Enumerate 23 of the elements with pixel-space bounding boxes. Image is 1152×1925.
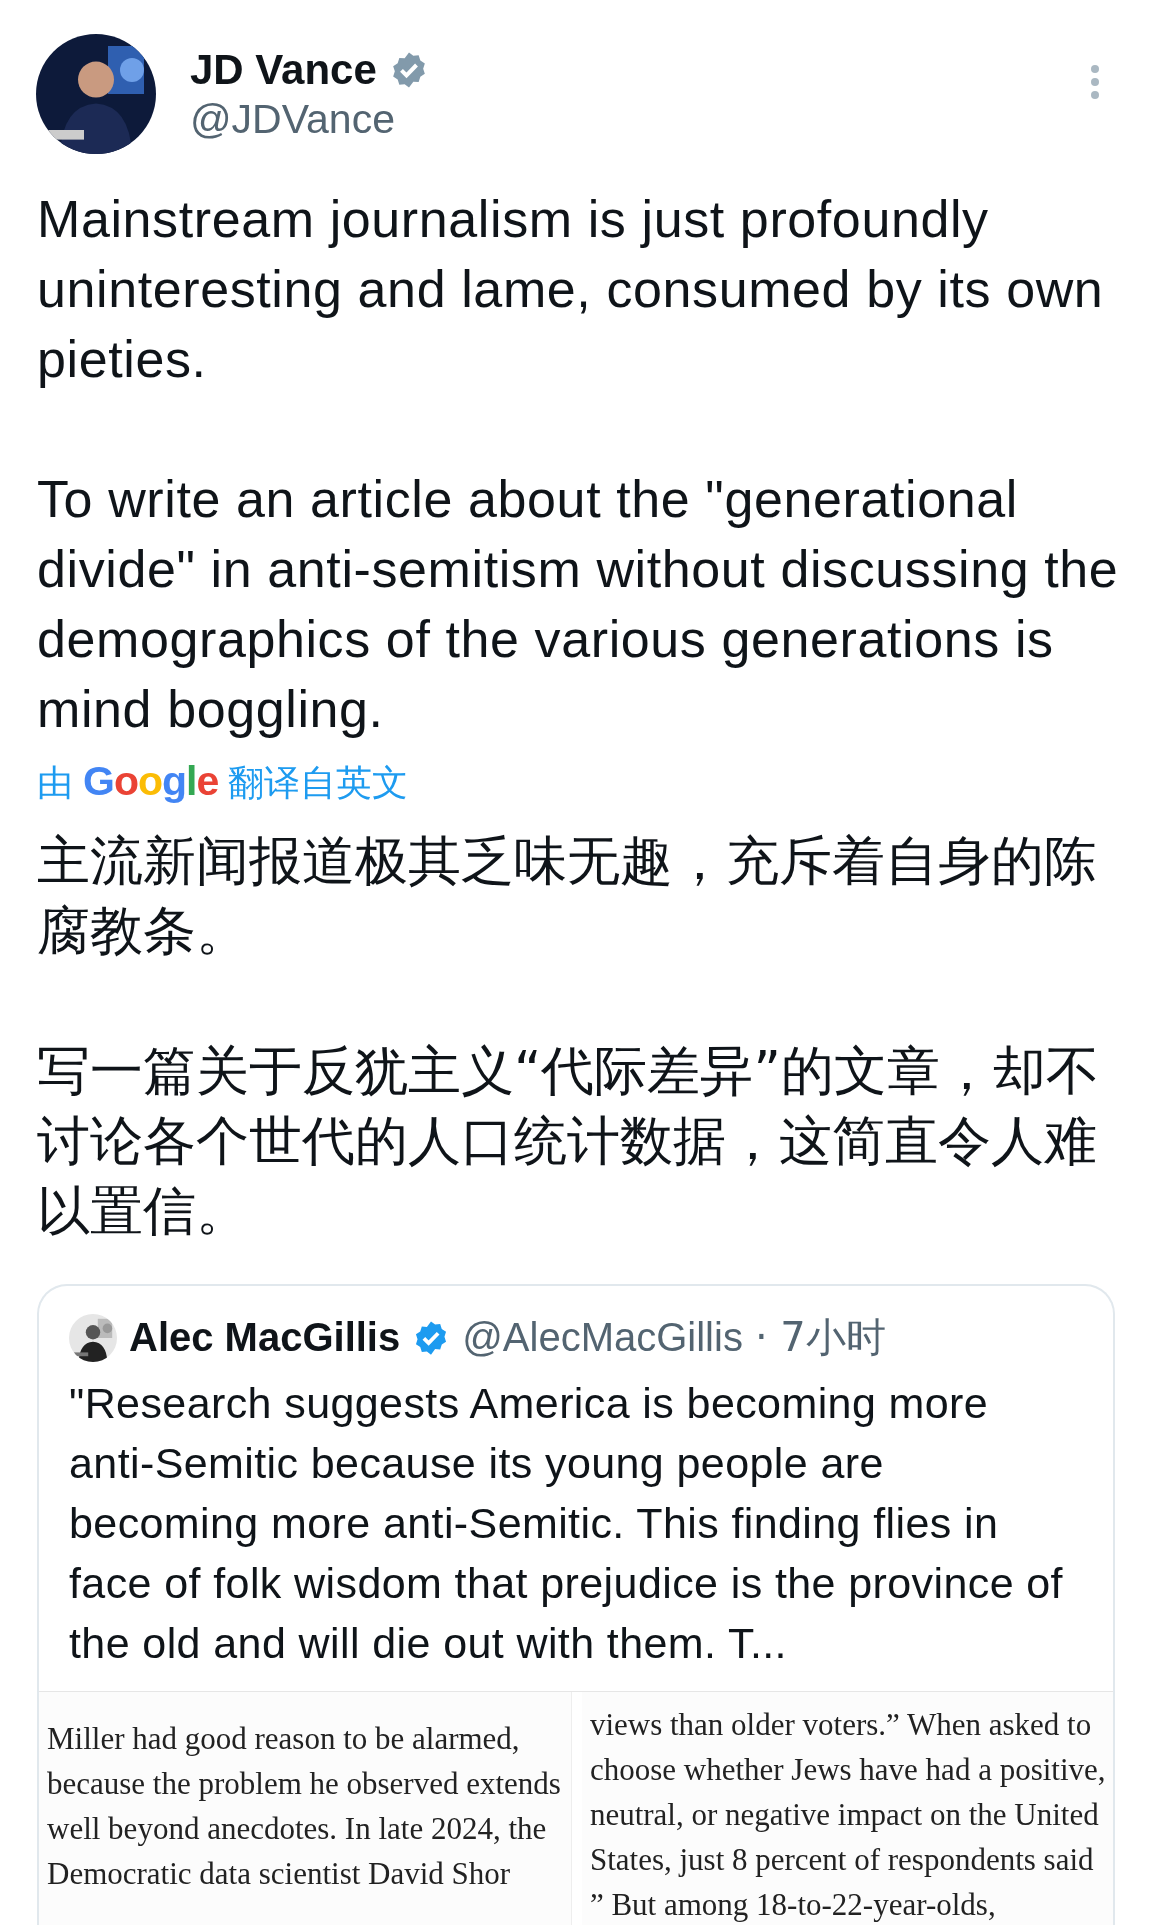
article-line: views than older voters.” When asked to: [589, 1706, 1093, 1744]
quoted-post[interactable]: [37, 1284, 1115, 1925]
translation-label: 翻译自英文: [228, 761, 409, 805]
author-handle[interactable]: @JDVance: [190, 95, 1056, 143]
article-line: choose whether Jews have had a positive,: [589, 1751, 1106, 1789]
article-line: neutral, or negative impact on the United: [589, 1796, 1100, 1834]
translated-text: 写一篇关于反犹主义“代际差异”的文章，却不讨论各个世代的人口统计数据，这简直令人难以置信。: [37, 1039, 1100, 1243]
article-line: well beyond anecdotes. In late 2024, the: [47, 1810, 548, 1848]
google-logo[interactable]: Google: [83, 758, 219, 805]
article-line: ” But among 18-to-22-year-olds,: [589, 1886, 997, 1924]
tweet-text: To write an article about the "generational divide" in anti-semitism without discussing the demographics of the various generations is mind boggling.: [37, 469, 1120, 740]
article-line: Miller had good reason to be alarmed,: [47, 1720, 521, 1758]
article-line: States, just 8 percent of respondents said: [589, 1841, 1095, 1879]
tweet-text: Mainstream journalism is just profoundly uninteresting and lame, consumed by its own pieties.: [37, 189, 1105, 390]
translation-label: 由: [37, 761, 73, 805]
article-line: Democratic data scientist David Shor: [47, 1855, 512, 1893]
quoted-author-handle: @AlecMacGillis: [462, 1315, 743, 1360]
quoted-text: "Research suggests America is becoming more anti-Semitic because its young people are becoming more anti-Semitic. This finding flies in face of folk wisdom that prejudice is the province of the old and will die out with them. T...: [68, 1378, 1064, 1669]
article-line: because the problem he observed extends: [47, 1765, 561, 1803]
quoted-author-name: Alec MacGillis: [129, 1315, 401, 1360]
translated-text: 主流新闻报道极其乏味无趣，充斥着自身的陈腐教条。: [37, 829, 1098, 963]
post-time: · 7小时: [754, 1313, 886, 1362]
author-name[interactable]: JD Vance: [190, 45, 377, 94]
